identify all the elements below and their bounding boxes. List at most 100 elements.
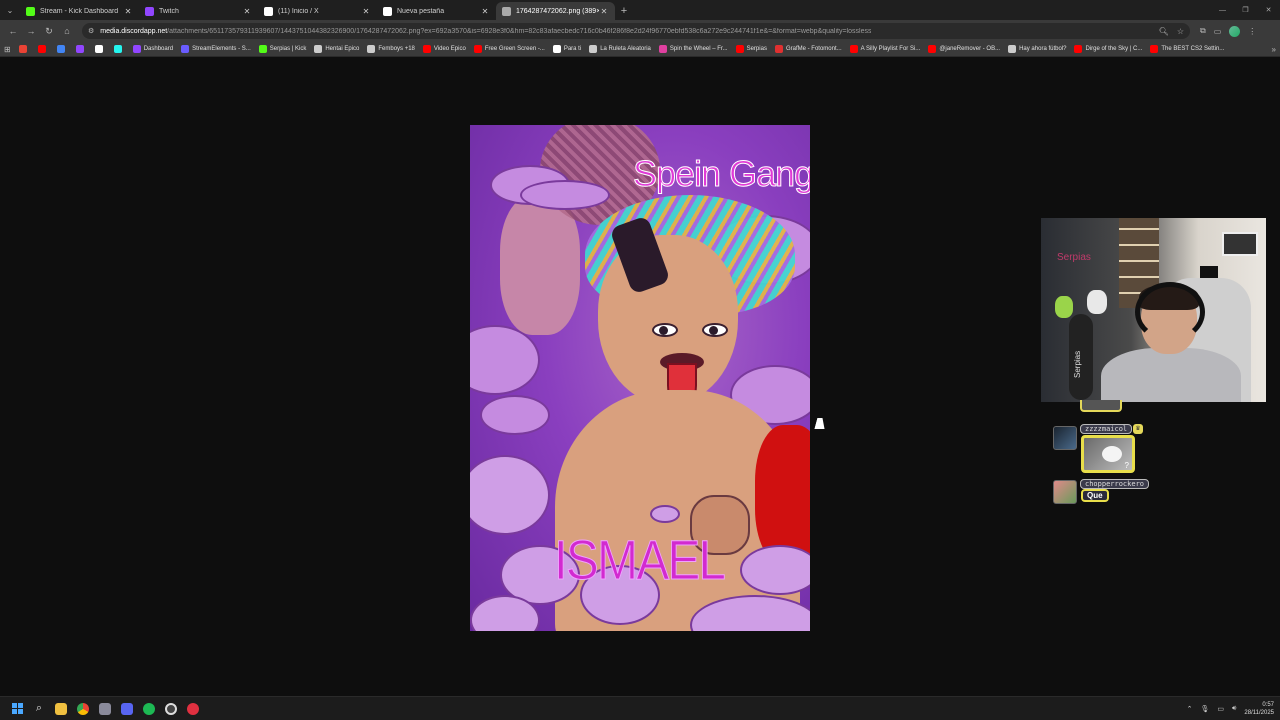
bookmark-label: Femboys +18 <box>378 46 415 52</box>
bookmark-item[interactable]: StreamElements - S... <box>181 45 251 53</box>
bookmark-item[interactable]: Spin the Wheel – Fr... <box>658 45 728 53</box>
chat-message-text: Que <box>1081 489 1109 502</box>
bookmark-item[interactable] <box>56 45 68 53</box>
system-tray: ⌃ 🎙︎ ▭ 🔊︎ 0:57 28/11/2025 <box>1187 701 1274 717</box>
apps-grid-icon[interactable]: ⊞ <box>4 45 11 54</box>
youtube-icon <box>849 45 858 53</box>
mouse-cursor <box>814 418 828 429</box>
bookmark-item[interactable]: La Ruleta Aleatoria <box>589 45 651 53</box>
bookmark-label: Free Green Screen -... <box>484 46 545 52</box>
windows-taskbar: ⌕ ⌃ 🎙︎ ▭ 🔊︎ 0:57 28/11/2025 <box>0 696 1280 720</box>
chat-badge-icon: ♛ <box>1133 424 1143 434</box>
close-window-button[interactable]: ✕ <box>1257 0 1280 20</box>
bookmark-item[interactable]: @janeRemover - OB... <box>928 45 1000 53</box>
bookmarks-bar: ⊞ Dashboard StreamElements - S... Serpias … <box>0 42 1280 57</box>
tab-close-icon[interactable]: ✕ <box>361 7 371 16</box>
bookmark-label: Para ti <box>563 46 582 52</box>
search-icon[interactable]: ⌕ <box>28 698 50 720</box>
browser-tab[interactable]: 1764287472062.png (389×578)✕ <box>496 2 615 20</box>
obs-icon[interactable] <box>160 698 182 720</box>
bookmark-item[interactable]: Dirge of the Sky | C... <box>1074 45 1142 53</box>
bookmark-item[interactable] <box>113 45 125 53</box>
bookmark-item[interactable]: The BEST CS2 Settin... <box>1150 45 1224 53</box>
browser-tab[interactable]: Stream - Kick Dashboard ✕ <box>20 2 139 20</box>
webcam-overlay: Serpias Serpias <box>1041 218 1266 402</box>
back-button[interactable]: ← <box>4 22 22 40</box>
bookmark-item[interactable]: Free Green Screen -... <box>473 45 545 53</box>
chrome-icon[interactable] <box>72 698 94 720</box>
bookmark-item[interactable]: Hay ahora fútbol? <box>1008 45 1066 53</box>
displayed-image[interactable]: Spein Gang ISMAEL <box>470 125 810 631</box>
bookmark-label: Serpias <box>746 46 767 52</box>
chat-overlay: zzzzmaicol ♛ ? chopperrockero Que <box>1053 400 1173 510</box>
grafme-icon <box>774 45 783 53</box>
bookmark-item[interactable]: Hentai Epico <box>314 45 359 53</box>
volume-icon[interactable]: 🔊︎ <box>1232 705 1236 713</box>
profile-avatar[interactable] <box>1229 25 1241 37</box>
tray-overflow-icon[interactable]: ⌃ <box>1187 705 1193 713</box>
bookmark-item[interactable]: GrafMe - Fotomont... <box>774 45 842 53</box>
cast-icon[interactable]: ▭ <box>1214 27 1222 36</box>
clock[interactable]: 0:57 28/11/2025 <box>1244 701 1274 717</box>
reload-button[interactable]: ↻ <box>40 22 58 40</box>
youtube-icon <box>1074 45 1083 53</box>
network-icon[interactable]: ▭ <box>1217 705 1224 713</box>
tab-close-icon[interactable]: ✕ <box>480 7 490 16</box>
discord-icon[interactable] <box>116 698 138 720</box>
new-tab-button[interactable]: + <box>615 2 633 20</box>
app-red-icon[interactable] <box>182 698 204 720</box>
chat-avatar <box>1053 426 1077 450</box>
bookmark-item[interactable]: Dashboard <box>132 45 173 53</box>
browser-tab[interactable]: Twitch ✕ <box>139 2 258 20</box>
bookmark-item[interactable] <box>94 45 106 53</box>
tab-search-button[interactable]: ⌄ <box>0 0 20 20</box>
bookmark-star-icon[interactable]: ☆ <box>1177 27 1184 36</box>
twitch-icon <box>132 45 141 53</box>
tab-close-icon[interactable]: ✕ <box>242 7 252 16</box>
forward-button[interactable]: → <box>22 22 40 40</box>
tab-close-icon[interactable]: ✕ <box>123 7 133 16</box>
youtube-icon <box>37 45 46 53</box>
bookmark-item[interactable]: Serpias <box>735 45 767 53</box>
image-top-text: Spein Gang <box>632 153 810 195</box>
file-explorer-icon[interactable] <box>50 698 72 720</box>
youtube-icon <box>473 45 482 53</box>
site-info-icon[interactable]: ⚙ <box>88 27 94 35</box>
previous-message-bubble <box>1080 400 1122 412</box>
maximize-button[interactable]: ❐ <box>1234 0 1257 20</box>
youtube-icon <box>1150 45 1159 53</box>
kick-icon <box>258 45 267 53</box>
bookmark-label: Hay ahora fútbol? <box>1019 46 1067 52</box>
tab-strip: ⌄ Stream - Kick Dashboard ✕ Twitch ✕ (11) In… <box>0 0 1280 20</box>
clock-date: 28/11/2025 <box>1244 709 1274 716</box>
bookmark-item[interactable]: Video Epico <box>422 45 466 53</box>
x-icon <box>552 45 561 53</box>
windows-start-icon[interactable] <box>6 698 28 720</box>
spotify-icon[interactable] <box>138 698 160 720</box>
minimize-button[interactable]: — <box>1211 0 1234 20</box>
browser-tab[interactable]: (11) Inicio / X ✕ <box>258 2 377 20</box>
bookmarks-overflow-icon[interactable]: » <box>1272 45 1276 54</box>
bookmark-item[interactable] <box>18 45 30 53</box>
bookmark-item[interactable] <box>75 45 87 53</box>
menu-icon[interactable]: ⋮ <box>1248 27 1256 36</box>
home-button[interactable]: ⌂ <box>58 22 76 40</box>
tab-close-icon[interactable]: ✕ <box>599 7 609 16</box>
extensions-icon[interactable]: ⧉ <box>1200 26 1206 36</box>
bookmark-item[interactable]: Femboys +18 <box>367 45 415 53</box>
browser-tab[interactable]: Nueva pestaña ✕ <box>377 2 496 20</box>
twitch-icon <box>75 45 84 53</box>
tiktok-icon <box>113 45 122 53</box>
bookmark-item[interactable]: Para ti <box>552 45 582 53</box>
address-bar[interactable]: ⚙ media.discordapp.net /attachments/6511… <box>82 23 1190 39</box>
bookmark-item[interactable]: A Silly Playlist For Si... <box>849 45 920 53</box>
bookmark-item[interactable] <box>37 45 49 53</box>
youtube-icon <box>928 45 937 53</box>
microphone-icon[interactable]: 🎙︎ <box>1200 705 1209 713</box>
x-icon <box>94 45 103 53</box>
zoom-icon[interactable]: 🔍︎ <box>1159 27 1169 36</box>
app-icon[interactable] <box>94 698 116 720</box>
bookmark-item[interactable]: Serpias | Kick <box>258 45 306 53</box>
bookmark-label: The BEST CS2 Settin... <box>1161 46 1225 52</box>
webcam-sign-text: Serpias <box>1057 252 1091 263</box>
